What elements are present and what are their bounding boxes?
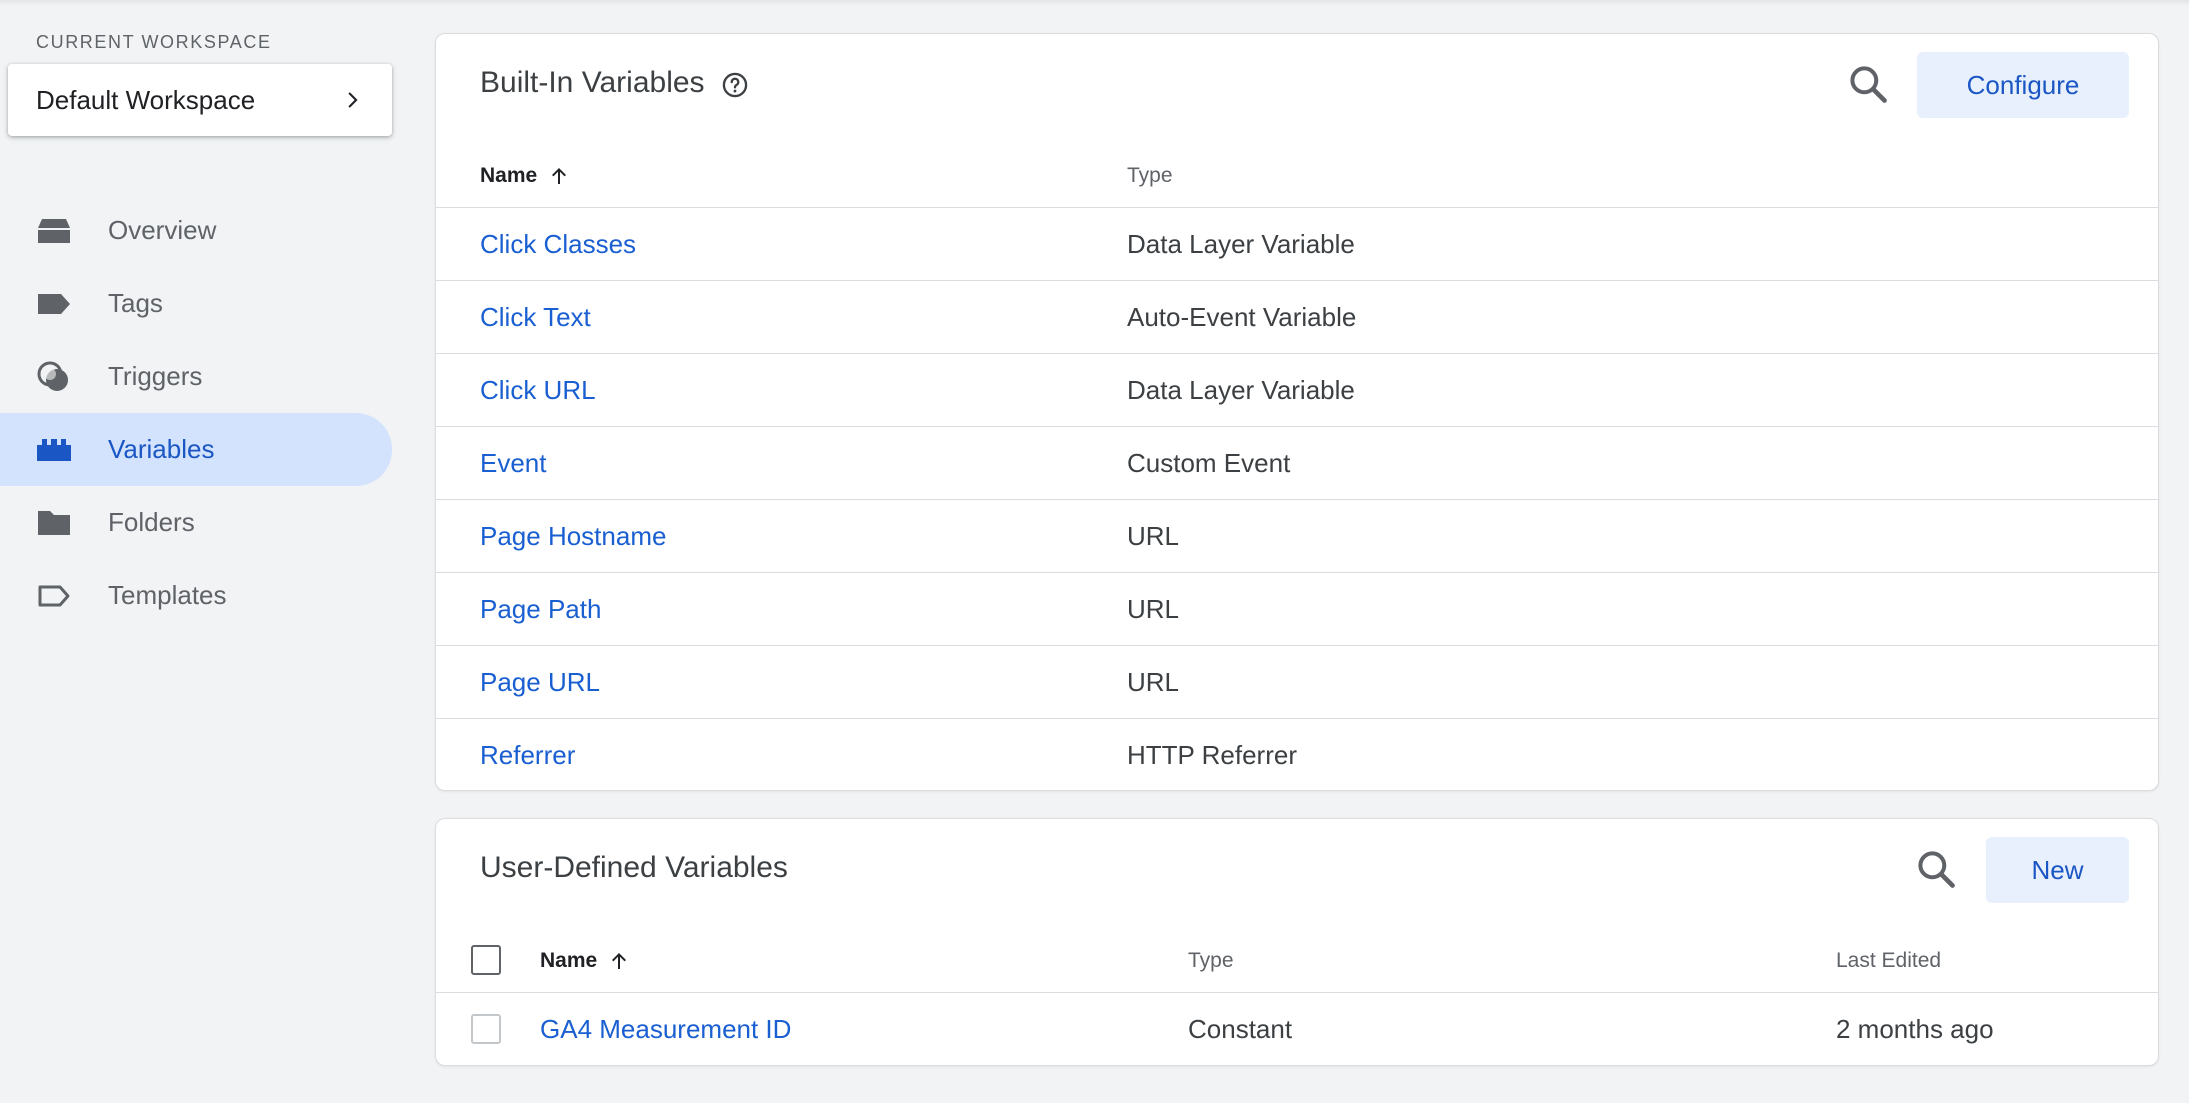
table-row: Event Custom Event [436, 427, 2158, 500]
builtin-title: Built-In Variables [480, 66, 705, 99]
variable-type: HTTP Referrer [1127, 740, 1297, 770]
builtin-variables-card: Built-In Variables Configure Name Type C… [435, 33, 2159, 791]
table-row: Click Text Auto-Event Variable [436, 281, 2158, 354]
table-row: Page Hostname URL [436, 500, 2158, 573]
table-row: GA4 Measurement ID Constant 2 months ago [436, 993, 2158, 1065]
last-edited: 2 months ago [1836, 1014, 1994, 1044]
variable-type: URL [1127, 593, 1180, 624]
trigger-icon [36, 361, 72, 392]
configure-button[interactable]: Configure [1917, 52, 2129, 118]
user-defined-variables-card: User-Defined Variables New Name Type Las… [435, 818, 2159, 1066]
card-header: User-Defined Variables New [436, 819, 2158, 929]
variable-link[interactable]: Page Hostname [480, 521, 666, 552]
variable-link[interactable]: Event [480, 448, 547, 479]
nav-label: Overview [108, 215, 217, 245]
table-header: Name Type Last Edited [436, 929, 2158, 993]
variable-type: URL [1127, 520, 1180, 551]
column-header-name[interactable]: Name [540, 949, 631, 973]
variable-type: Data Layer Variable [1127, 228, 1355, 259]
nav-item-triggers[interactable]: Triggers [0, 340, 392, 413]
search-icon[interactable] [1846, 62, 1890, 106]
new-variable-button[interactable]: New [1986, 837, 2129, 903]
variables-icon [36, 435, 72, 465]
nav-item-tags[interactable]: Tags [0, 267, 392, 340]
main-nav: Overview Tags Triggers Variables Folders [0, 194, 392, 632]
workspace-name: Default Workspace [36, 84, 256, 115]
column-header-last-edited[interactable]: Last Edited [1836, 949, 1941, 973]
column-name-label: Name [540, 948, 598, 972]
card-header: Built-In Variables Configure [436, 34, 2158, 144]
overview-icon [36, 216, 72, 246]
folder-icon [36, 508, 72, 538]
sidebar: CURRENT WORKSPACE Default Workspace Over… [0, 0, 400, 1103]
nav-label: Folders [108, 507, 195, 537]
workspace-selector[interactable]: Default Workspace [8, 64, 392, 136]
variable-type: Custom Event [1127, 447, 1291, 478]
column-name-label: Name [480, 163, 538, 187]
row-checkbox[interactable] [471, 1014, 501, 1044]
table-row: Page URL URL [436, 646, 2158, 719]
chevron-right-icon [348, 92, 358, 108]
user-defined-table-body: GA4 Measurement ID Constant 2 months ago [436, 993, 2158, 1065]
table-row: Click URL Data Layer Variable [436, 354, 2158, 427]
nav-item-folders[interactable]: Folders [0, 486, 392, 559]
variable-type: Constant [1188, 1014, 1293, 1044]
table-row: Page Path URL [436, 573, 2158, 646]
user-defined-title: User-Defined Variables [480, 851, 788, 884]
help-icon[interactable] [721, 71, 749, 99]
card-title: User-Defined Variables [480, 851, 788, 885]
card-title: Built-In Variables [480, 66, 749, 100]
search-icon[interactable] [1914, 847, 1958, 891]
variable-link[interactable]: Click URL [480, 375, 596, 406]
nav-label: Templates [108, 580, 227, 610]
template-icon [36, 581, 72, 611]
nav-label: Triggers [108, 361, 203, 391]
variable-link[interactable]: GA4 Measurement ID [540, 1014, 791, 1045]
arrow-up-icon [552, 167, 567, 184]
nav-label: Variables [108, 434, 215, 464]
column-header-type[interactable]: Type [1127, 164, 1173, 188]
table-header: Name Type [436, 144, 2158, 208]
table-row: Referrer HTTP Referrer [436, 719, 2158, 790]
select-all-checkbox[interactable] [471, 945, 501, 975]
variable-type: URL [1127, 666, 1180, 697]
variable-link[interactable]: Click Text [480, 302, 591, 333]
column-header-type[interactable]: Type [1188, 949, 1234, 973]
variable-link[interactable]: Click Classes [480, 229, 636, 260]
variable-type: Data Layer Variable [1127, 374, 1355, 405]
nav-label: Tags [108, 288, 163, 318]
nav-item-overview[interactable]: Overview [0, 194, 392, 267]
variable-link[interactable]: Page Path [480, 594, 601, 625]
tag-icon [36, 289, 72, 319]
variable-link[interactable]: Page URL [480, 667, 600, 698]
table-row: Click Classes Data Layer Variable [436, 208, 2158, 281]
variable-type: Auto-Event Variable [1127, 301, 1357, 332]
arrow-up-icon [612, 952, 627, 969]
column-header-name[interactable]: Name [480, 164, 571, 188]
nav-item-templates[interactable]: Templates [0, 559, 392, 632]
variable-link[interactable]: Referrer [480, 740, 575, 771]
workspace-label: CURRENT WORKSPACE [36, 32, 272, 52]
builtin-table-body: Click Classes Data Layer Variable Click … [436, 208, 2158, 790]
nav-item-variables[interactable]: Variables [0, 413, 392, 486]
